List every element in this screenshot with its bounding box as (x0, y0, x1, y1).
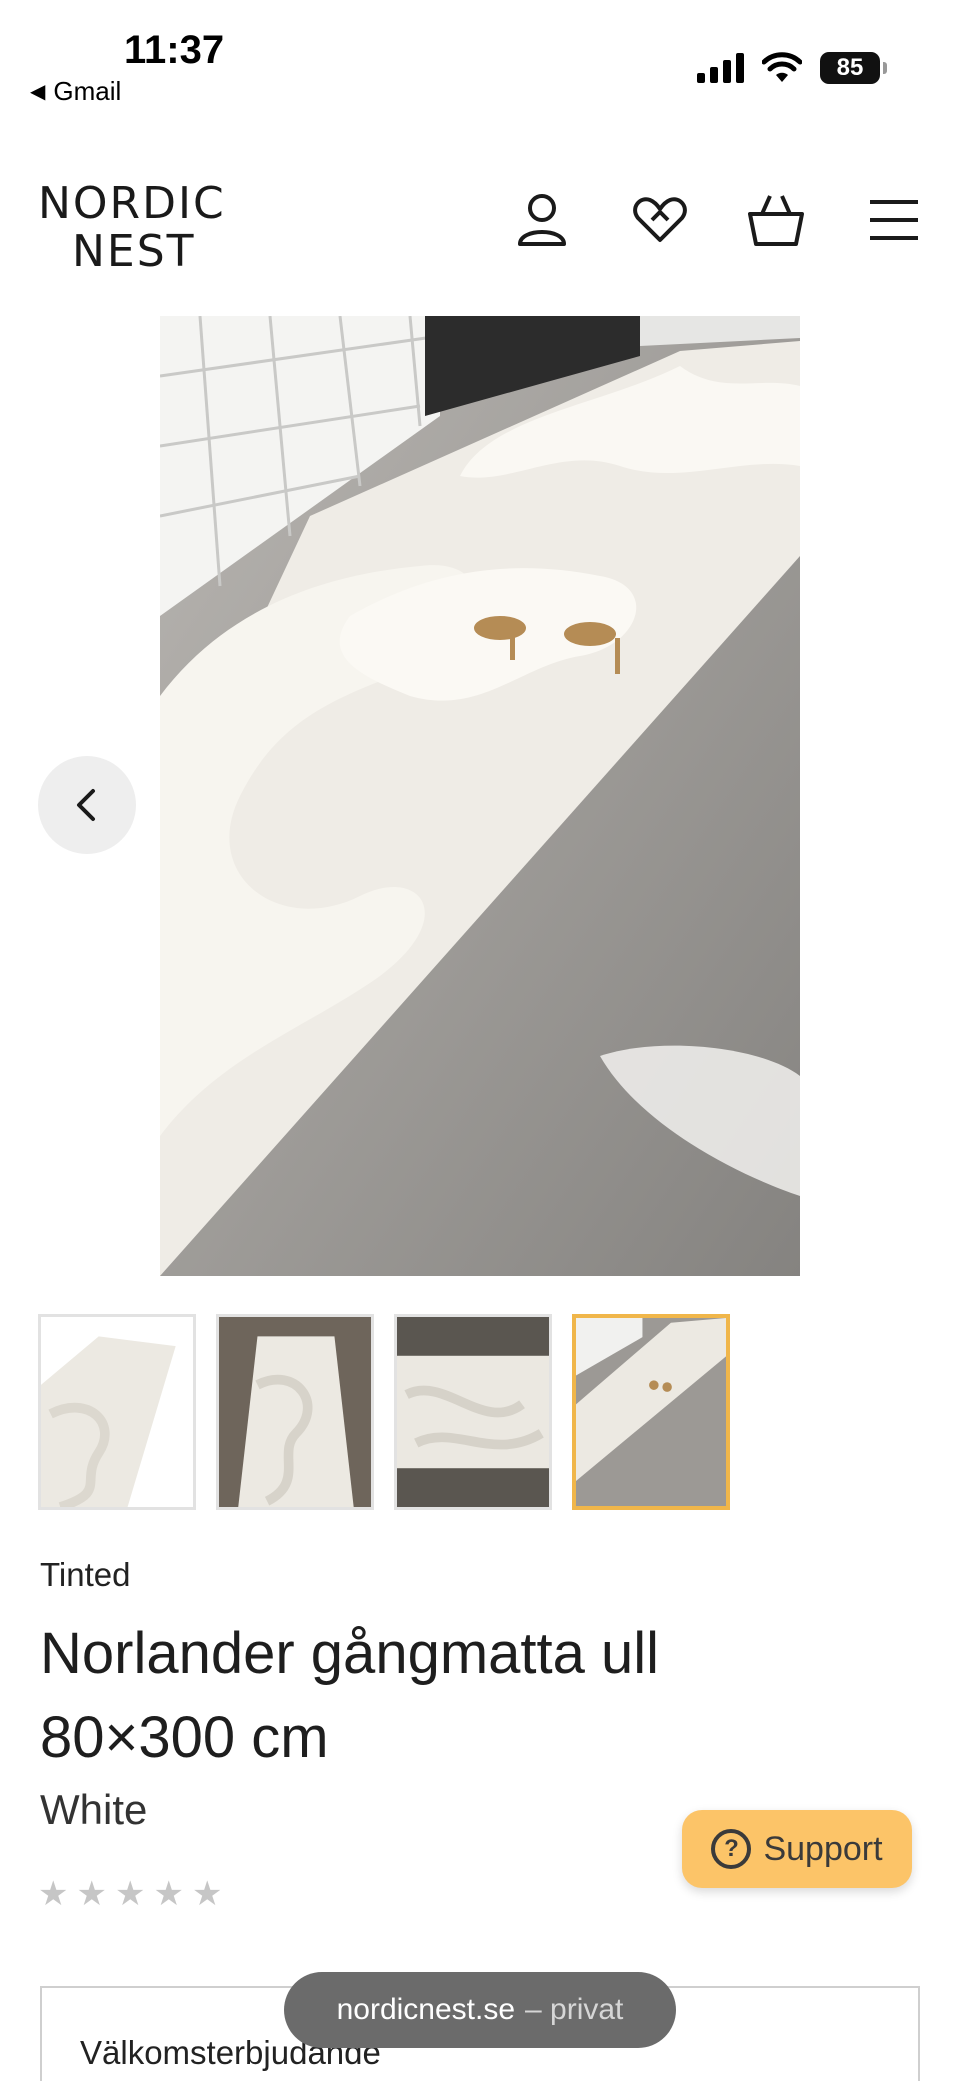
status-time: 11:37 (124, 28, 225, 72)
logo-line1: NORDIC (38, 178, 226, 229)
status-bar: 11:37 ◀ Gmail 85 (0, 0, 960, 110)
star-icon: ★ (38, 1875, 69, 1913)
thumbnail-2[interactable] (216, 1314, 374, 1510)
signal-icon (697, 53, 744, 83)
battery-level: 85 (836, 54, 864, 81)
browser-url-pill[interactable]: nordicnest.se – privat (284, 1972, 676, 2048)
product-title: Norlander gångmatta ull 80×300 cm (40, 1621, 660, 1770)
thumbnail-1[interactable] (38, 1314, 196, 1510)
heart-icon[interactable] (630, 190, 690, 250)
nordic-nest-logo[interactable]: NORDIC NEST (38, 180, 226, 276)
logo-line2: NEST (72, 226, 196, 277)
back-to-gmail[interactable]: ◀ Gmail (30, 76, 121, 107)
support-label: Support (763, 1829, 883, 1868)
support-button[interactable]: ? Support (682, 1810, 912, 1888)
site-header: NORDIC NEST (0, 170, 960, 280)
menu-icon[interactable] (864, 190, 924, 250)
rating-stars[interactable]: ★ ★ ★ ★ ★ (38, 1874, 222, 1914)
previous-image-button[interactable] (38, 756, 136, 854)
question-icon: ? (711, 1829, 752, 1869)
product-color: White (40, 1786, 148, 1833)
thumbnail-strip (38, 1314, 730, 1510)
main-product-image[interactable] (160, 316, 800, 1276)
back-arrow-icon: ◀ (30, 81, 46, 103)
back-app-label: Gmail (53, 76, 122, 106)
product-brand[interactable]: Tinted (40, 1556, 131, 1594)
wifi-icon (762, 52, 802, 82)
url-domain: nordicnest.se (336, 1993, 516, 2026)
star-icon: ★ (153, 1875, 184, 1913)
user-icon[interactable] (512, 190, 572, 250)
battery-icon: 85 (820, 52, 887, 84)
thumbnail-3[interactable] (394, 1314, 552, 1510)
basket-icon[interactable] (746, 190, 806, 250)
thumbnail-4-selected[interactable] (572, 1314, 730, 1510)
star-icon: ★ (191, 1875, 223, 1913)
star-icon: ★ (76, 1875, 107, 1913)
star-icon: ★ (114, 1875, 146, 1913)
status-icons: 85 (697, 52, 887, 84)
chevron-left-icon (77, 789, 95, 821)
browsing-mode: – privat (525, 1993, 624, 2026)
